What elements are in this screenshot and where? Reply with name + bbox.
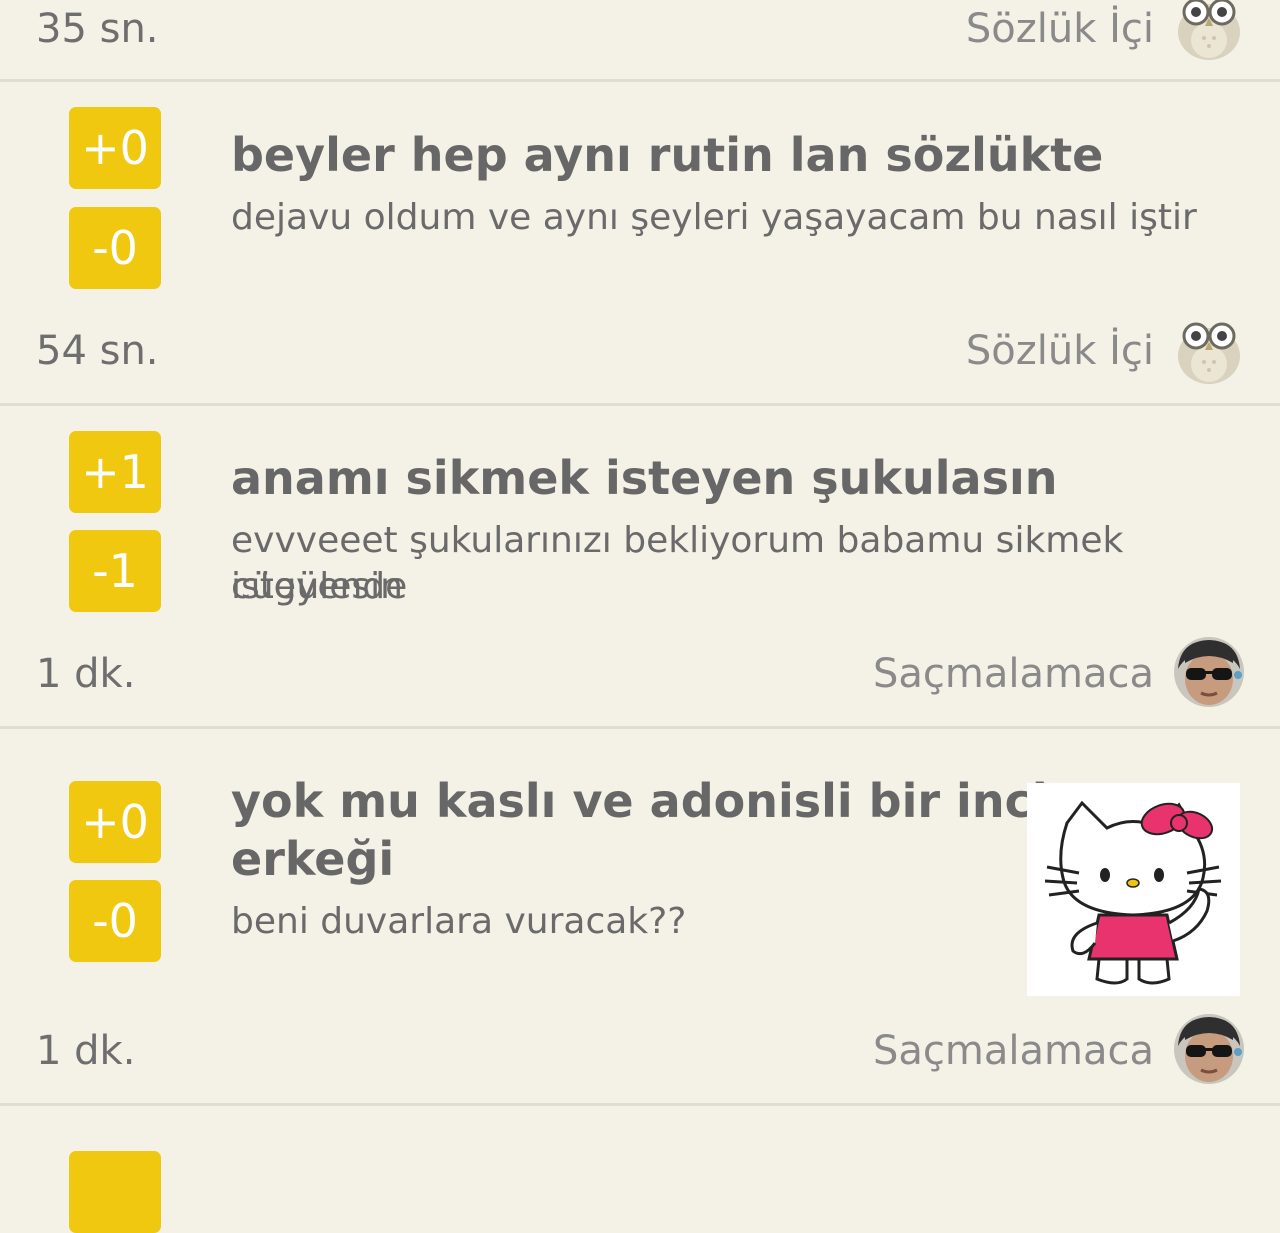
post-author[interactable]: Sözlük İçi	[966, 9, 1154, 49]
upvote-button[interactable]: +1	[69, 431, 161, 513]
post-time: 1 dk.	[36, 1028, 136, 1074]
downvote-button[interactable]: -0	[69, 880, 161, 962]
upvote-button[interactable]: +0	[69, 107, 161, 189]
post-item[interactable]	[0, 1106, 1280, 1164]
owl-avatar-icon[interactable]	[1172, 0, 1246, 62]
post-author[interactable]: Saçmalamaca	[873, 1031, 1154, 1071]
post-author[interactable]: Saçmalamaca	[873, 654, 1154, 694]
post-time: 35 sn.	[36, 6, 159, 52]
post-body: beni duvarlara vuracak??	[231, 901, 687, 942]
post-author[interactable]: Sözlük İçi	[966, 331, 1154, 371]
post-item[interactable]: 35 sn. Sözlük İçi	[0, 0, 1280, 80]
post-title[interactable]: beyler hep aynı rutin lan sözlükte	[231, 126, 1103, 184]
sunglasses-man-avatar-icon[interactable]	[1172, 1012, 1246, 1086]
upvote-button[interactable]: +0	[69, 781, 161, 863]
sunglasses-man-avatar-icon[interactable]	[1172, 635, 1246, 709]
downvote-button[interactable]: -1	[69, 530, 161, 612]
post-title[interactable]: anamı sikmek isteyen şukulasın	[231, 449, 1057, 507]
post-title-line-1[interactable]: yok mu kaslı ve adonisli bir inci	[231, 772, 1048, 830]
upvote-button[interactable]	[69, 1151, 161, 1233]
hello-kitty-thumbnail-icon[interactable]	[1027, 783, 1240, 996]
post-time: 1 dk.	[36, 651, 136, 697]
post-title-line-2[interactable]: erkeği	[231, 830, 394, 888]
post-body-line-2: cügülesin	[231, 566, 404, 607]
post-time: 54 sn.	[36, 328, 159, 374]
downvote-button[interactable]: -0	[69, 207, 161, 289]
post-body: dejavu oldum ve aynı şeyleri yaşayacam b…	[231, 197, 1197, 238]
owl-avatar-icon[interactable]	[1172, 312, 1246, 386]
